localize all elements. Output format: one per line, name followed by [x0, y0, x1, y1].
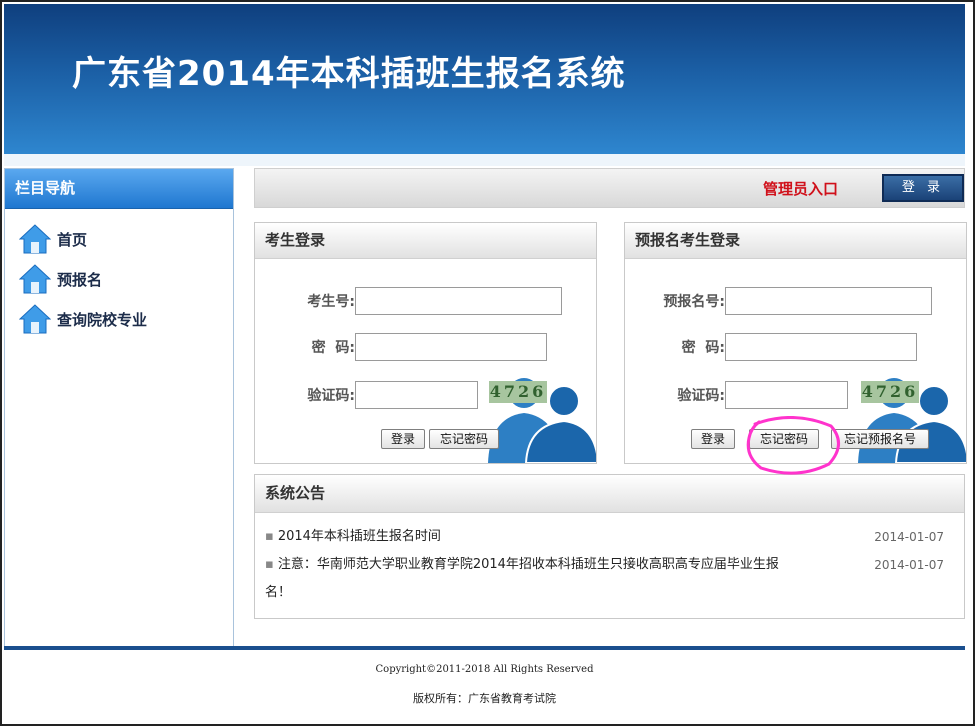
- admin-login-button[interactable]: 登 录: [882, 174, 964, 202]
- pre-captcha-label: 验证码:: [677, 388, 725, 404]
- student-captcha-input[interactable]: [355, 381, 478, 409]
- list-item[interactable]: ▪ 注意：华南师范大学职业教育学院2014年招收本科插班生只接收高职高专应届毕业生…: [265, 551, 825, 579]
- home-icon: [18, 264, 52, 294]
- admin-bar: 管理员入口 登 录: [254, 168, 965, 208]
- pre-password-input[interactable]: [725, 333, 917, 361]
- student-login-title: 考生登录: [255, 223, 596, 259]
- footer-owner: 版权所有：广东省教育考试院: [413, 692, 556, 705]
- student-password-label: 密 码:: [311, 340, 355, 356]
- pre-forgot-number-button[interactable]: 忘记预报名号: [831, 429, 929, 449]
- home-icon: [18, 224, 52, 254]
- pre-login-title: 预报名考生登录: [625, 223, 966, 259]
- student-captcha-label: 验证码:: [307, 388, 355, 404]
- notice-link[interactable]: 注意：华南师范大学职业教育学院2014年招收本科插班生只接收高职高专应届毕业生报: [278, 557, 779, 572]
- notice-date: 2014-01-07: [874, 530, 944, 544]
- pre-captcha-input[interactable]: [725, 381, 848, 409]
- pre-password-label: 密 码:: [681, 340, 725, 356]
- sidebar-item-label: 预报名: [57, 270, 103, 289]
- header-divider: [4, 154, 965, 166]
- notice-link-continued[interactable]: 名！: [265, 579, 291, 607]
- bullet-icon: ▪: [265, 529, 274, 544]
- footer: Copyright©2011-2018 All Rights Reserved …: [4, 650, 965, 722]
- pre-forgot-password-button[interactable]: 忘记密码: [749, 429, 819, 449]
- student-id-label: 考生号:: [307, 294, 355, 310]
- student-password-input[interactable]: [355, 333, 547, 361]
- pre-id-input[interactable]: [725, 287, 932, 315]
- student-forgot-password-button[interactable]: 忘记密码: [429, 429, 499, 449]
- sidebar-item-home[interactable]: 首页: [18, 219, 233, 259]
- pre-id-label: 预报名号:: [663, 294, 725, 310]
- home-icon: [18, 304, 52, 334]
- sidebar-item-query-majors[interactable]: 查询院校专业: [18, 299, 233, 339]
- admin-entry-label: 管理员入口: [763, 180, 839, 198]
- sidebar-title: 栏目导航: [5, 169, 233, 209]
- bullet-icon: ▪: [265, 557, 274, 572]
- list-item[interactable]: ▪ 2014年本科插班生报名时间: [265, 523, 441, 551]
- notice-link[interactable]: 2014年本科插班生报名时间: [278, 529, 441, 544]
- captcha-image[interactable]: 4726: [861, 381, 919, 403]
- footer-copyright: Copyright©2011-2018 All Rights Reserved: [375, 664, 594, 675]
- sidebar-item-label: 查询院校专业: [57, 310, 148, 329]
- student-login-panel: 考生登录 考生号: 密 码: 验证码: 4726 登录 忘记密码: [254, 222, 597, 464]
- student-login-button[interactable]: 登录: [381, 429, 425, 449]
- pre-login-button[interactable]: 登录: [691, 429, 735, 449]
- announcements-panel: 系统公告 ▪ 2014年本科插班生报名时间 2014-01-07 ▪ 注意：华南师范…: [254, 474, 965, 619]
- sidebar-item-pre-registration[interactable]: 预报名: [18, 259, 233, 299]
- student-id-input[interactable]: [355, 287, 562, 315]
- announcements-title: 系统公告: [255, 475, 964, 513]
- page-title: 广东省2014年本科插班生报名系统: [72, 54, 626, 94]
- captcha-image[interactable]: 4726: [489, 381, 547, 403]
- pre-registration-login-panel: 预报名考生登录 预报名号: 密 码: 验证码: 4726 登录 忘记密码 忘记预…: [624, 222, 967, 464]
- sidebar-nav: 首页 预报名 查询院校专业: [5, 209, 233, 339]
- notice-date: 2014-01-07: [874, 558, 944, 572]
- sidebar-item-label: 首页: [57, 230, 88, 249]
- header-banner: 广东省2014年本科插班生报名系统: [4, 4, 965, 154]
- sidebar: 栏目导航 首页 预报名 查询院校专业: [4, 168, 234, 648]
